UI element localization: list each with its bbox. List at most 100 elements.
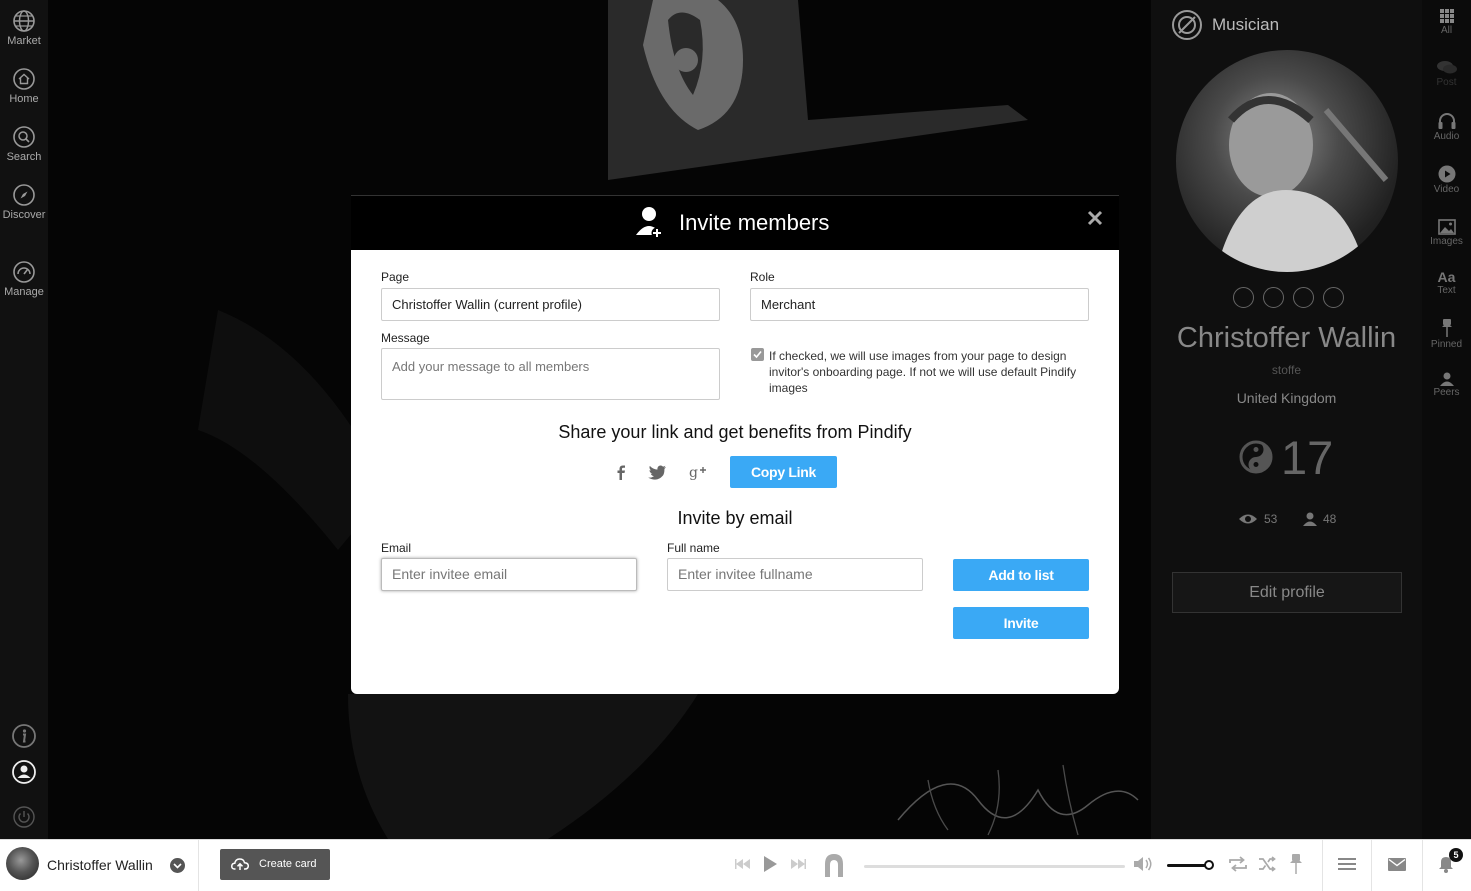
- badge-icon[interactable]: [1293, 287, 1314, 308]
- user-icon: [1303, 512, 1317, 526]
- svg-text:g: g: [689, 465, 698, 481]
- profile-avatar[interactable]: [1176, 50, 1398, 272]
- followers-count: 48: [1323, 512, 1337, 526]
- filter-video[interactable]: Video: [1422, 165, 1471, 195]
- email-input[interactable]: Enter invitee email: [381, 558, 637, 591]
- bottom-bar: Christoffer Wallin Create card 5: [0, 839, 1471, 891]
- nav-label-manage: Manage: [4, 286, 44, 298]
- add-to-list-button[interactable]: Add to list: [953, 559, 1089, 591]
- filter-images[interactable]: Images: [1422, 219, 1471, 247]
- compass-icon: [13, 184, 35, 206]
- message-textarea[interactable]: Add your message to all members: [381, 348, 720, 400]
- previous-track-icon[interactable]: [735, 858, 751, 870]
- avatar-portrait-shape: [1216, 93, 1389, 272]
- pindify-logo-icon: [1172, 10, 1202, 40]
- page-select[interactable]: Christoffer Wallin (current profile): [381, 288, 720, 321]
- filter-label-peers: Peers: [1433, 387, 1460, 398]
- headphones-icon: [1438, 113, 1455, 129]
- volume-slider-handle[interactable]: [1204, 860, 1214, 870]
- invite-members-modal: Invite members Page Christoffer Wallin (…: [351, 196, 1119, 694]
- eye-icon: [1239, 514, 1257, 524]
- badge-icon[interactable]: [1233, 287, 1254, 308]
- page-label: Page: [381, 270, 410, 284]
- checkbox-description: If checked, we will use images from your…: [769, 349, 1077, 395]
- filter-label-all: All: [1440, 25, 1453, 36]
- background-dark-shape: [348, 694, 698, 839]
- info-icon[interactable]: [11, 723, 37, 749]
- share-title: Share your link and get benefits from Pi…: [558, 422, 912, 442]
- badge-icon[interactable]: [1323, 287, 1344, 308]
- nav-item-home[interactable]: Home: [0, 67, 48, 105]
- cloud-upload-icon: [231, 858, 249, 870]
- mail-icon[interactable]: [1388, 858, 1406, 871]
- divider: [1422, 840, 1423, 891]
- filter-pinned[interactable]: Pinned: [1422, 318, 1471, 350]
- filter-peers[interactable]: Peers: [1422, 372, 1471, 398]
- menu-icon[interactable]: [1338, 857, 1356, 871]
- checkmark-icon: [753, 350, 762, 359]
- globe-icon: [13, 10, 35, 32]
- shuffle-icon[interactable]: [1258, 856, 1276, 872]
- views-count: 53: [1264, 512, 1278, 526]
- filter-audio[interactable]: Audio: [1422, 112, 1471, 142]
- playback-progress-bar[interactable]: [864, 865, 1125, 868]
- grid-icon: [1439, 9, 1454, 23]
- nav-item-discover[interactable]: Discover: [0, 183, 48, 221]
- invite-by-email-title: Invite by email: [677, 508, 793, 528]
- profile-name: Christoffer Wallin: [1176, 322, 1397, 354]
- notification-count-badge: 5: [1449, 848, 1463, 862]
- create-card-label: Create card: [259, 858, 317, 870]
- filter-post[interactable]: Post: [1422, 60, 1471, 88]
- add-user-icon: [636, 207, 663, 239]
- edit-profile-button[interactable]: Edit profile: [1172, 572, 1402, 613]
- views-stat: 53: [1238, 512, 1277, 526]
- user-name[interactable]: Christoffer Wallin: [47, 857, 153, 873]
- play-icon[interactable]: [762, 855, 778, 873]
- filter-label-audio: Audio: [1433, 131, 1460, 142]
- filter-all[interactable]: All: [1422, 8, 1471, 36]
- profile-username: stoffe: [1271, 363, 1302, 377]
- background-hat-shape: [608, 0, 1028, 180]
- copy-link-button[interactable]: Copy Link: [730, 456, 837, 488]
- next-track-icon[interactable]: [790, 858, 806, 870]
- fullname-input[interactable]: Enter invitee fullname: [667, 558, 923, 591]
- chevron-down-icon[interactable]: [170, 858, 185, 873]
- invite-button[interactable]: Invite: [953, 607, 1089, 639]
- profile-badges: [1233, 287, 1344, 308]
- badge-icon[interactable]: [1263, 287, 1284, 308]
- nav-label-discover: Discover: [2, 209, 46, 221]
- profile-panel: Musician Christoffer Wallin stoffe Unite…: [1151, 0, 1422, 839]
- followers-stat: 48: [1303, 512, 1336, 526]
- divider: [198, 840, 199, 891]
- google-plus-icon[interactable]: g: [688, 462, 708, 482]
- profile-country: United Kingdom: [1236, 390, 1337, 406]
- close-icon[interactable]: [1086, 209, 1104, 227]
- modal-title: Invite members: [679, 210, 830, 235]
- role-select[interactable]: Merchant: [750, 288, 1089, 321]
- filter-text[interactable]: Aa Text: [1422, 270, 1471, 296]
- home-icon: [13, 68, 35, 90]
- pin-icon[interactable]: [1290, 853, 1302, 875]
- nav-item-manage[interactable]: Manage: [0, 260, 48, 298]
- invite-member-icon[interactable]: [11, 759, 37, 785]
- image-icon: [1437, 219, 1456, 235]
- facebook-icon[interactable]: [611, 462, 631, 482]
- pindify-player-logo-icon: [825, 854, 843, 877]
- play-circle-icon: [1438, 165, 1455, 183]
- twitter-icon[interactable]: [647, 462, 667, 482]
- search-icon: [13, 126, 35, 148]
- yin-yang-icon: [1239, 440, 1273, 474]
- user-avatar[interactable]: [6, 847, 39, 880]
- modal-header: Invite members: [351, 196, 1119, 250]
- nav-label-home: Home: [9, 93, 39, 105]
- nav-item-search[interactable]: Search: [0, 125, 48, 163]
- filter-label-pinned: Pinned: [1430, 339, 1463, 350]
- volume-slider[interactable]: [1167, 864, 1207, 867]
- power-icon[interactable]: [11, 804, 37, 830]
- repeat-icon[interactable]: [1228, 856, 1248, 872]
- volume-icon[interactable]: [1133, 856, 1153, 872]
- nav-item-market[interactable]: Market: [0, 9, 48, 47]
- use-images-checkbox[interactable]: [751, 348, 764, 361]
- create-card-button[interactable]: Create card: [220, 849, 330, 880]
- gauge-icon: [13, 261, 35, 283]
